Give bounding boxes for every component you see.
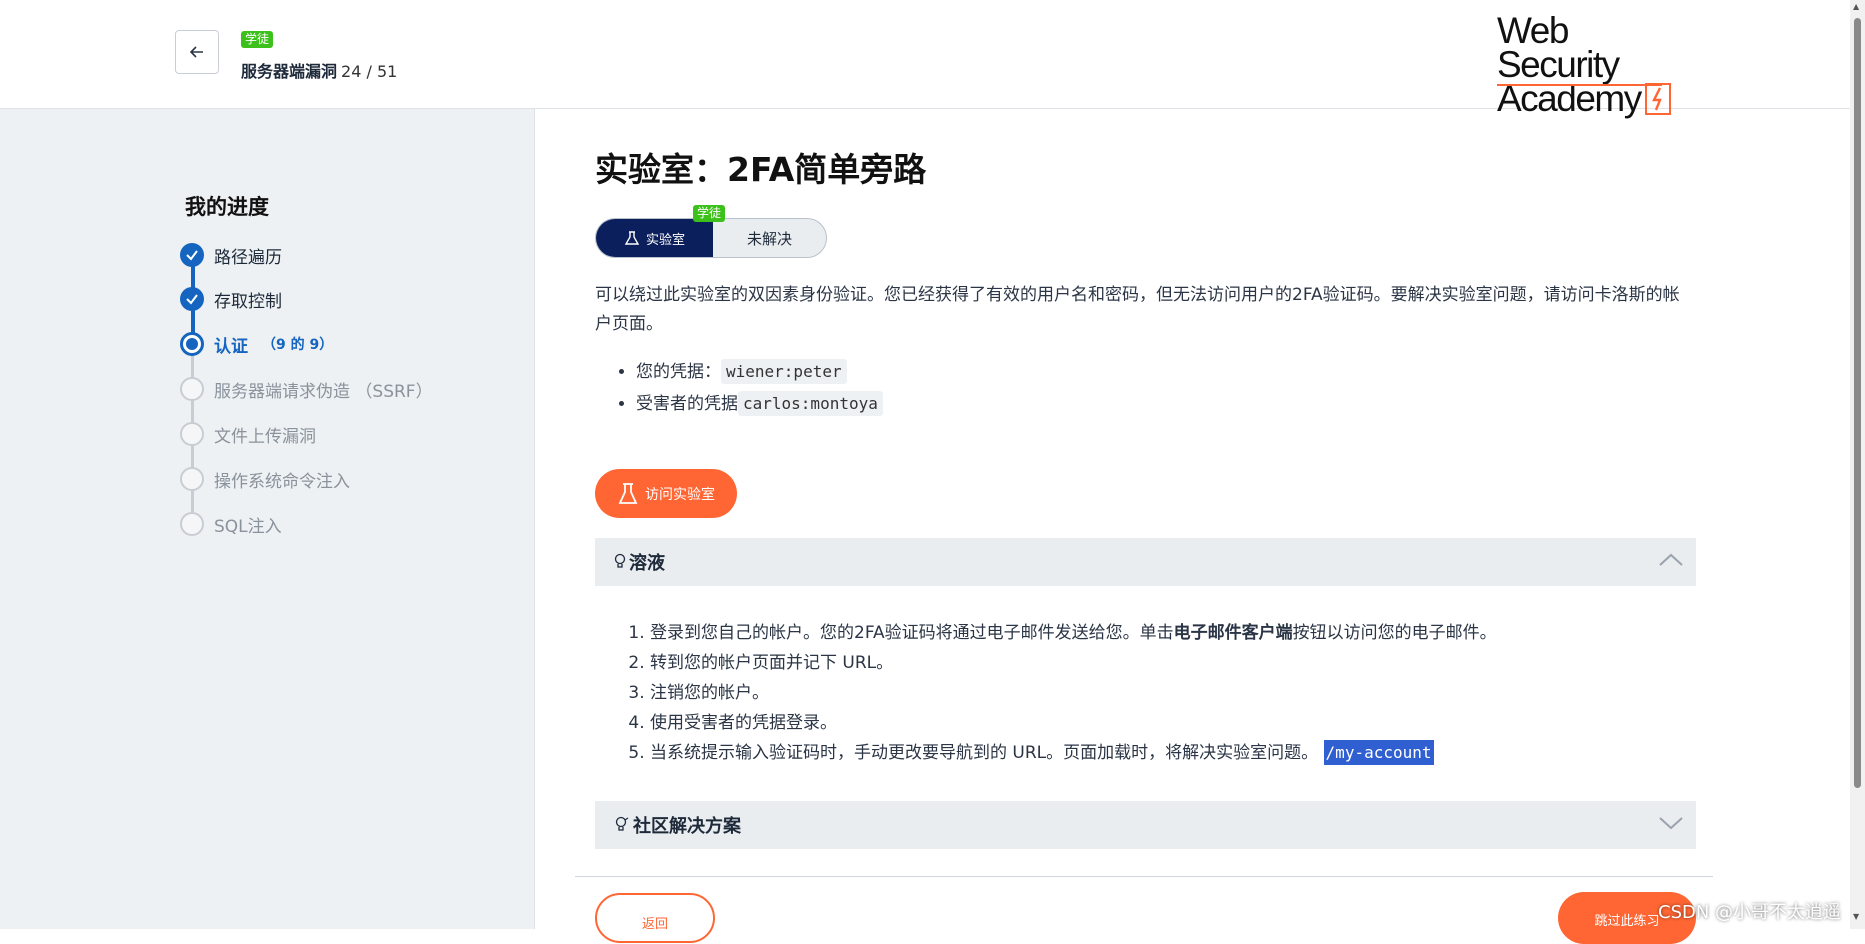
- lab-status-text: 实验室: [645, 232, 685, 248]
- solution-steps: 登录到您自己的帐户。您的2FA验证码将通过电子邮件发送给您。单击电子邮件客户端按…: [632, 618, 1497, 768]
- csdn-watermark: CSDN @小哥不太逍遥: [1658, 902, 1842, 923]
- lab-description: 可以绕过此实验室的双因素身份验证。您已经获得了有效的用户名和密码，但无法访问用户…: [595, 285, 1680, 334]
- access-lab-label: 访问实验室: [645, 486, 715, 503]
- list-item: 注销您的帐户。: [650, 678, 1497, 708]
- progress-item-label: SQL注入: [214, 516, 282, 537]
- list-item: 登录到您自己的帐户。您的2FA验证码将通过电子邮件发送给您。单击电子邮件客户端按…: [650, 618, 1497, 648]
- progress-item-ssrf[interactable]: 服务器端请求伪造 （SSRF）: [180, 376, 433, 402]
- progress-item-authentication[interactable]: 认证 （9 的 9）: [180, 331, 333, 357]
- logo-line1: Web Security: [1497, 10, 1620, 85]
- credential-code: wiener:peter: [721, 359, 847, 384]
- lab-status-label: 实验室: [596, 219, 713, 257]
- web-security-academy-logo[interactable]: Web Security Academy: [1497, 10, 1697, 117]
- skip-exercise-label: 跳过此练习: [1594, 914, 1660, 929]
- list-item: 转到您的帐户页面并记下 URL。: [650, 648, 1497, 678]
- page-title: 实验室：2FA简单旁路: [595, 150, 927, 189]
- chevron-down-icon: [1659, 817, 1683, 830]
- progress-item-label: 路径遍历: [214, 247, 282, 268]
- pending-step-icon: [180, 467, 204, 491]
- level-badge: 学徒: [241, 31, 274, 48]
- progress-item-path-traversal[interactable]: 路径遍历: [180, 242, 282, 268]
- unsolved-status: 未解决: [746, 229, 792, 248]
- solution-title: 溶液: [629, 553, 665, 574]
- progress-item-label: 操作系统命令注入: [214, 471, 350, 492]
- chevron-up-icon: [1659, 553, 1683, 566]
- progress-item-sub: （9 的 9）: [262, 337, 334, 353]
- selected-code[interactable]: /my-account: [1323, 740, 1434, 765]
- topic-name: 服务器端漏洞: [241, 62, 338, 81]
- check-icon: [180, 287, 204, 311]
- credential-label: 受害者的凭据: [636, 394, 738, 414]
- progress-item-label: 认证: [214, 336, 248, 357]
- progress-title: 我的进度: [185, 195, 269, 219]
- scroll-down-icon[interactable]: ▼: [1853, 912, 1859, 921]
- topic-title: 服务器端漏洞 24 / 51: [241, 58, 397, 82]
- pending-step-icon: [180, 377, 204, 401]
- progress-item-label: 服务器端请求伪造 （SSRF）: [214, 381, 433, 402]
- pending-step-icon: [180, 512, 204, 536]
- back-button[interactable]: [175, 30, 219, 74]
- community-solutions-title: 社区解决方案: [633, 816, 741, 837]
- list-item: 受害者的凭据carlos:montoya: [636, 388, 883, 420]
- scrollbar-thumb[interactable]: [1854, 18, 1861, 788]
- progress-item-os-command-injection[interactable]: 操作系统命令注入: [180, 466, 350, 492]
- list-item: 您的凭据：wiener:peter: [636, 356, 883, 388]
- divider: [575, 876, 1713, 877]
- lightbulb-icon: [614, 553, 626, 568]
- current-step-icon: [180, 332, 204, 356]
- pending-step-icon: [180, 422, 204, 446]
- community-solutions-accordion-header[interactable]: 社区解决方案: [595, 801, 1696, 849]
- arrow-left-icon: [189, 46, 203, 58]
- return-button[interactable]: 返回: [595, 893, 715, 943]
- progress-item-file-upload[interactable]: 文件上传漏洞: [180, 421, 316, 447]
- lab-status-widget: 实验室 未解决 学徒: [595, 205, 827, 258]
- progress-item-access-control[interactable]: 存取控制: [180, 286, 282, 312]
- progress-item-label: 文件上传漏洞: [214, 426, 316, 447]
- flask-icon: [624, 231, 640, 245]
- top-header: 学徒 服务器端漏洞 24 / 51 Web Security Academy: [0, 0, 1850, 117]
- lightbulb-icon: [615, 816, 629, 831]
- solution-accordion-header[interactable]: 溶液: [595, 538, 1696, 586]
- logo-underline: [1497, 84, 1662, 86]
- credentials-list: 您的凭据：wiener:peter 受害者的凭据carlos:montoya: [622, 356, 883, 420]
- credential-label: 您的凭据：: [636, 362, 721, 382]
- credential-code: carlos:montoya: [738, 391, 883, 416]
- check-icon: [180, 243, 204, 267]
- level-badge: 学徒: [693, 205, 726, 222]
- progress-item-label: 存取控制: [214, 291, 282, 312]
- scroll-up-icon[interactable]: ▲: [1853, 2, 1859, 11]
- access-lab-button[interactable]: 访问实验室: [595, 469, 737, 518]
- topic-count: 24 / 51: [341, 62, 398, 81]
- progress-item-sql-injection[interactable]: SQL注入: [180, 511, 282, 537]
- flask-icon: [618, 482, 638, 504]
- list-item: 当系统提示输入验证码时，手动更改要导航到的 URL。页面加载时，将解决实验室问题…: [650, 738, 1497, 768]
- list-item: 使用受害者的凭据登录。: [650, 708, 1497, 738]
